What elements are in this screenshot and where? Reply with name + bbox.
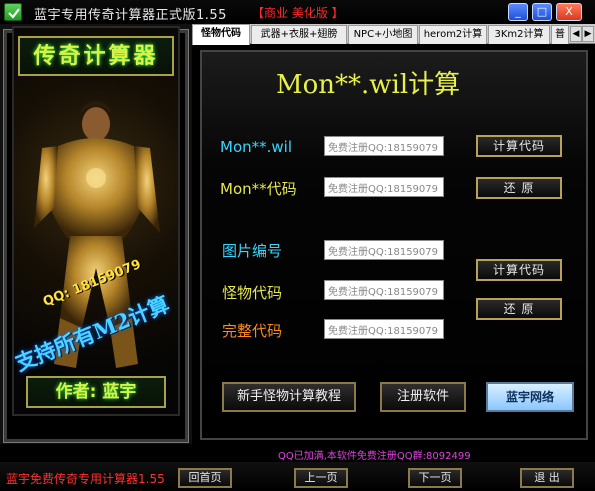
monster-code-field[interactable] [324, 280, 444, 300]
calc-code-button-2[interactable]: 计算代码 [476, 259, 562, 281]
mon-code-field[interactable] [324, 177, 444, 197]
tab-npc-minimap[interactable]: NPC+小地图 [348, 25, 418, 44]
tutorial-button[interactable]: 新手怪物计算教程 [222, 382, 356, 412]
tab-scroll-right-icon[interactable]: ▶ [582, 26, 594, 42]
footer-title: 蓝宇免费传奇专用计算器1.55 [6, 472, 165, 486]
mon-wil-field[interactable] [324, 136, 444, 156]
home-page-button[interactable]: 回首页 [178, 468, 232, 488]
tab-more[interactable]: 普 [551, 25, 569, 44]
window-title: 蓝宇专用传奇计算器正式版1.55 [34, 8, 227, 23]
full-code-field[interactable] [324, 319, 444, 339]
minimize-button[interactable]: _ [508, 3, 528, 21]
full-code-label: 完整代码 [222, 322, 283, 340]
restore-button-2[interactable]: 还 原 [476, 298, 562, 320]
register-button[interactable]: 注册软件 [380, 382, 466, 412]
tab-herom2[interactable]: herom2计算 [419, 25, 487, 44]
status-message: QQ已加满,本软件免费注册QQ群:8092499 [278, 451, 471, 462]
window-edition: 【商业 美化版 】 [252, 6, 344, 20]
tab-weapon-clothes-wings[interactable]: 武器+衣服+翅膀 [251, 25, 347, 44]
app-logo: 传奇计算器 [18, 36, 174, 76]
next-page-button[interactable]: 下一页 [408, 468, 462, 488]
calc-code-button-1[interactable]: 计算代码 [476, 135, 562, 157]
tab-monster-code[interactable]: 怪物代码 [192, 24, 250, 45]
maximize-button[interactable]: □ [532, 3, 552, 21]
title-bar: 蓝宇专用传奇计算器正式版1.55 【商业 美化版 】 _ □ X [0, 0, 595, 24]
app-check-icon [4, 3, 22, 21]
exit-button[interactable]: 退 出 [520, 468, 574, 488]
brand-network-button[interactable]: 蓝宇网络 [486, 382, 574, 412]
tab-bar: 怪物代码 武器+衣服+翅膀 NPC+小地图 herom2计算 3Km2计算 普 … [192, 24, 595, 45]
mon-code-label: Mon**代码 [220, 180, 297, 198]
author-badge: 作者: 蓝宇 [26, 376, 166, 408]
tab-3km2[interactable]: 3Km2计算 [488, 25, 550, 44]
image-number-label: 图片编号 [222, 242, 283, 260]
prev-page-button[interactable]: 上一页 [294, 468, 348, 488]
image-number-field[interactable] [324, 240, 444, 260]
tab-scroll-left-icon[interactable]: ◀ [570, 26, 582, 42]
restore-button-1[interactable]: 还 原 [476, 177, 562, 199]
page-title: Mon**.wil计算 [276, 70, 461, 100]
monster-code-label: 怪物代码 [222, 284, 283, 302]
mon-wil-label: Mon**.wil [220, 138, 292, 156]
close-button[interactable]: X [556, 3, 582, 21]
